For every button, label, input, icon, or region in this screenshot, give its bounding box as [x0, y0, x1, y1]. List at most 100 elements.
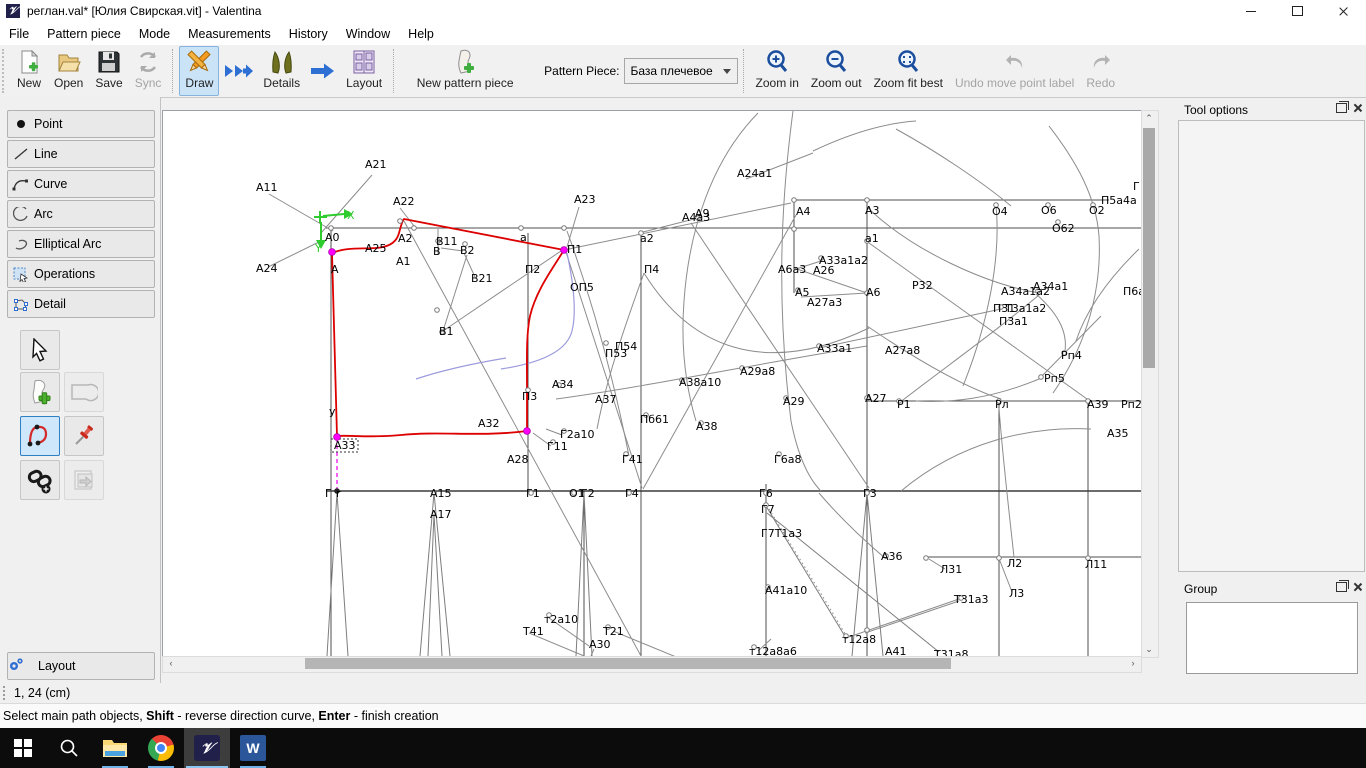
point-label[interactable]: A30 — [589, 638, 611, 651]
point-label[interactable]: В21 — [471, 272, 493, 285]
point-label[interactable]: П5a4a — [1101, 194, 1137, 207]
point-label[interactable]: A27 — [865, 392, 887, 405]
point-label[interactable]: Г4 — [625, 487, 639, 500]
point-label[interactable]: A33a1 — [817, 342, 852, 355]
scroll-up-icon[interactable]: ⌃ — [1142, 113, 1156, 124]
point-label[interactable]: Т21 — [602, 625, 624, 638]
point-label[interactable]: A39 — [1087, 398, 1109, 411]
point-label[interactable]: A — [331, 263, 339, 276]
point-label[interactable]: П53 — [605, 347, 627, 360]
group-list[interactable] — [1186, 602, 1358, 674]
taskbar-search-button[interactable] — [46, 728, 92, 768]
point-label[interactable]: A27a8 — [885, 344, 920, 357]
taskbar-valentina-active[interactable]: 𝒱 — [184, 728, 230, 768]
point-label[interactable]: O6 — [1041, 204, 1057, 217]
point-label[interactable]: В1 — [439, 325, 454, 338]
category-curve[interactable]: Curve — [7, 170, 155, 198]
point-label[interactable]: A41a10 — [765, 584, 807, 597]
point-label[interactable]: X — [347, 209, 355, 222]
menu-mode[interactable]: Mode — [130, 27, 179, 41]
point-label[interactable]: A34 — [552, 378, 574, 391]
point-label[interactable]: A23 — [574, 193, 596, 206]
category-point[interactable]: Point — [7, 110, 155, 138]
point-label[interactable]: A29 — [783, 395, 805, 408]
zoom-fit-best-button[interactable]: Zoom fit best — [868, 46, 949, 96]
draw-mode-button[interactable]: Draw — [179, 46, 220, 96]
taskbar-word[interactable]: W — [230, 728, 276, 768]
point-label[interactable]: A15 — [430, 487, 452, 500]
point-label[interactable]: A25 — [365, 242, 387, 255]
point-label[interactable]: O62 — [1052, 222, 1075, 235]
vertical-scrollbar[interactable]: ⌃ ⌄ — [1141, 110, 1159, 658]
layout-panel-button[interactable]: Layout — [7, 652, 155, 680]
point-label[interactable]: Г6a8 — [774, 453, 801, 466]
point-label[interactable]: Y — [314, 242, 322, 255]
point-label[interactable]: A38 — [696, 420, 718, 433]
taskbar-chrome[interactable] — [138, 728, 184, 768]
menu-help[interactable]: Help — [399, 27, 443, 41]
close-button[interactable] — [1320, 0, 1366, 22]
point-label[interactable]: A32 — [478, 417, 500, 430]
point-label[interactable]: A26 — [813, 264, 835, 277]
menu-pattern-piece[interactable]: Pattern piece — [38, 27, 130, 41]
point-label[interactable]: В — [433, 245, 441, 258]
point-label[interactable]: A28 — [507, 453, 529, 466]
new-detail-tool[interactable] — [20, 372, 60, 412]
pin-tool[interactable] — [64, 416, 104, 456]
point-label[interactable]: П2 — [525, 263, 540, 276]
point-label[interactable]: Р1 — [897, 398, 911, 411]
point-label[interactable]: Л2 — [1007, 557, 1022, 570]
point-label[interactable]: Т31a3 — [953, 593, 988, 606]
float-panel-icon[interactable] — [1336, 580, 1349, 592]
new-pattern-piece-button[interactable]: New pattern piece — [400, 46, 530, 96]
scroll-right-icon[interactable]: › — [1126, 658, 1140, 668]
point-label[interactable]: П1 — [567, 243, 582, 256]
point-label[interactable]: A9 — [695, 207, 710, 220]
point-label[interactable]: П3a1 — [999, 315, 1028, 328]
new-button[interactable]: New — [10, 46, 48, 96]
point-label[interactable]: ОП5 — [570, 281, 594, 294]
point-label[interactable]: у — [329, 405, 336, 418]
scroll-left-icon[interactable]: ‹ — [164, 658, 178, 668]
maximize-button[interactable] — [1274, 0, 1320, 22]
taskbar-file-explorer[interactable] — [92, 728, 138, 768]
point-label[interactable]: A2 — [398, 232, 413, 245]
point-label[interactable]: A4 — [796, 205, 811, 218]
point-label[interactable]: A38a10 — [679, 376, 721, 389]
scroll-down-icon[interactable]: ⌄ — [1142, 644, 1156, 655]
point-label[interactable]: A6 — [866, 286, 881, 299]
point-label[interactable]: Г2 — [581, 487, 595, 500]
point-label[interactable]: Г41 — [622, 453, 643, 466]
point-label[interactable]: O4 — [992, 205, 1008, 218]
float-panel-icon[interactable] — [1336, 101, 1349, 113]
point-label[interactable]: т12a8 — [842, 633, 876, 646]
open-button[interactable]: Open — [48, 46, 89, 96]
save-button[interactable]: Save — [89, 46, 128, 96]
point-label[interactable]: A1 — [396, 255, 411, 268]
point-label[interactable]: A0 — [325, 231, 340, 244]
point-label[interactable]: т2a10 — [544, 613, 578, 626]
point-label[interactable]: Т41 — [522, 625, 544, 638]
point-label[interactable]: Г3 — [863, 487, 877, 500]
point-label[interactable]: Рп5 — [1044, 372, 1065, 385]
point-label[interactable]: a1 — [865, 232, 879, 245]
point-label[interactable]: Рп4 — [1061, 349, 1082, 362]
horizontal-scroll-thumb[interactable] — [305, 658, 951, 669]
point-label[interactable]: A34a1a2 — [1001, 285, 1050, 298]
details-mode-button[interactable]: Details — [257, 46, 306, 96]
close-panel-icon[interactable] — [1353, 103, 1362, 112]
point-label[interactable]: A24 — [256, 262, 278, 275]
point-label[interactable]: A37 — [595, 393, 617, 406]
point-label[interactable]: P32 — [912, 279, 933, 292]
point-label[interactable]: A27a3 — [807, 296, 842, 309]
close-panel-icon[interactable] — [1353, 582, 1362, 591]
point-label[interactable]: Г — [1133, 180, 1140, 193]
point-label[interactable]: Г7Т1a3 — [761, 527, 802, 540]
menu-history[interactable]: History — [280, 27, 337, 41]
layout-mode-button[interactable]: Layout — [340, 46, 388, 96]
point-label[interactable]: Л31 — [940, 563, 962, 576]
point-label[interactable]: A35 — [1107, 427, 1129, 440]
select-arrow-tool[interactable] — [20, 330, 60, 370]
point-label[interactable]: A21 — [365, 158, 387, 171]
point-label[interactable]: Т31a8 — [933, 648, 968, 656]
